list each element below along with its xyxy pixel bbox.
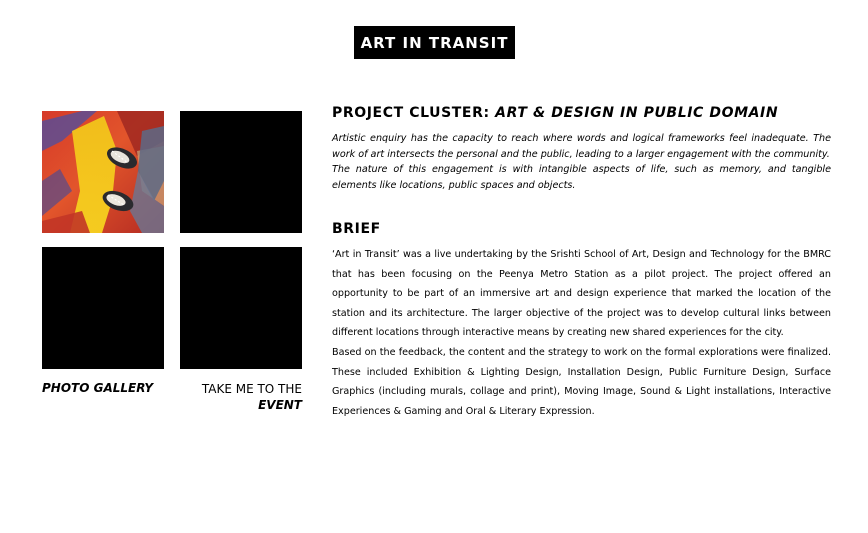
- page-title: ART IN TRANSIT: [354, 26, 515, 59]
- gallery-photo-tile[interactable]: [42, 247, 164, 369]
- project-cluster-heading: PROJECT CLUSTER: ART & DESIGN IN PUBLIC …: [332, 105, 832, 121]
- take-me-to-event-link[interactable]: TAKE ME TO THE EVENT: [180, 381, 302, 413]
- project-cluster-description: Artistic enquiry has the capacity to rea…: [332, 131, 831, 193]
- gallery-photo-tile[interactable]: [42, 111, 164, 233]
- event-link-line1: TAKE ME TO THE: [201, 382, 302, 396]
- cluster-paragraph: Artistic enquiry has the capacity to rea…: [332, 133, 831, 160]
- cluster-heading-title: ART & DESIGN IN PUBLIC DOMAIN: [495, 105, 779, 121]
- gallery-photo-tile[interactable]: [180, 247, 302, 369]
- cluster-paragraph: The nature of this engagement is with in…: [332, 164, 831, 191]
- photo-gallery-link[interactable]: PHOTO GALLERY: [42, 381, 153, 395]
- brief-heading: BRIEF: [332, 221, 381, 237]
- brief-description: ‘Art in Transit’ was a live undertaking …: [332, 245, 831, 421]
- cluster-heading-prefix: PROJECT CLUSTER:: [332, 105, 490, 121]
- brief-paragraph: Based on the feedback, the content and t…: [332, 346, 831, 417]
- gallery-photo-tile[interactable]: [180, 111, 302, 233]
- event-link-line2: EVENT: [258, 398, 302, 412]
- painted-floor-photo: [42, 111, 164, 233]
- brief-paragraph: ‘Art in Transit’ was a live undertaking …: [332, 249, 831, 339]
